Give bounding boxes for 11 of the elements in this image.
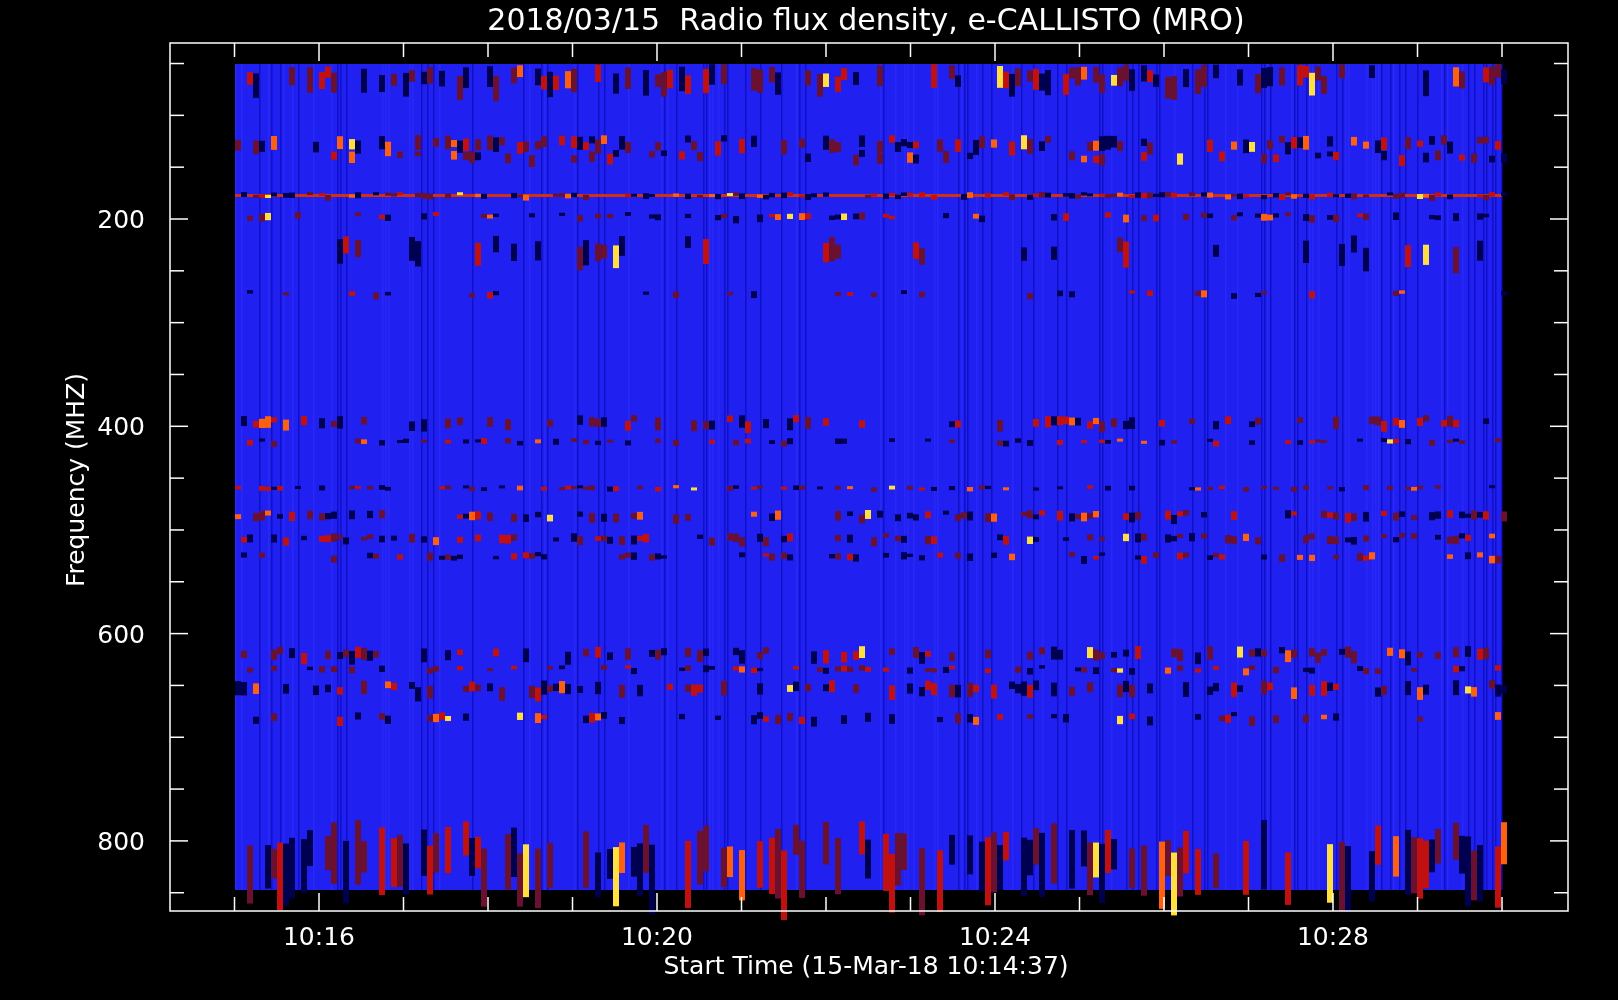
x-tick-label: 10:28 bbox=[1297, 922, 1369, 951]
x-tick-label: 10:16 bbox=[283, 922, 355, 951]
y-tick-label: 600 bbox=[97, 619, 145, 649]
x-axis-label: Start Time (15-Mar-18 10:14:37) bbox=[663, 951, 1069, 980]
chart-title: 2018/03/15 Radio flux density, e-CALLISTO (MRO) bbox=[487, 2, 1245, 37]
y-axis-label: Frequency (MHZ) bbox=[61, 372, 90, 588]
x-tick-label: 10:20 bbox=[621, 922, 693, 951]
y-tick-label: 200 bbox=[97, 205, 145, 234]
y-tick-label: 800 bbox=[97, 826, 145, 856]
x-tick-label: 10:24 bbox=[959, 922, 1031, 951]
y-tick-label: 400 bbox=[97, 412, 145, 442]
